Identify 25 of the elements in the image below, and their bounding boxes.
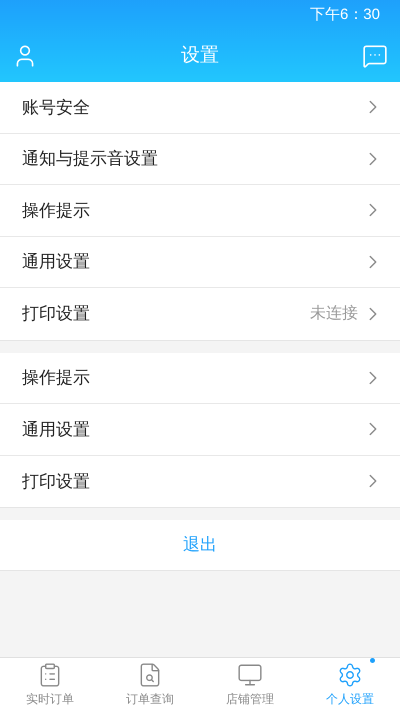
row-value: 未连接 (310, 304, 358, 324)
row-label: 通用设置 (22, 418, 91, 440)
page-title: 设置 (181, 44, 219, 68)
settings-row[interactable]: 通用设置 (0, 236, 400, 288)
row-label: 打印设置 (22, 470, 91, 492)
settings-row[interactable]: 通知与提示音设置 (0, 134, 400, 185)
settings-row[interactable]: 打印设置 (0, 456, 400, 507)
nav-tab[interactable]: 订单查询 (100, 658, 200, 711)
settings-icon (337, 662, 363, 688)
row-label: 打印设置 (22, 303, 91, 325)
message-icon[interactable] (362, 43, 388, 69)
settings-row[interactable]: 操作提示 (0, 352, 400, 404)
row-label: 账号安全 (22, 96, 91, 118)
settings-row[interactable]: 操作提示 (0, 185, 400, 236)
settings-row[interactable]: 账号安全 (0, 82, 400, 134)
row-label: 操作提示 (22, 367, 91, 389)
monitor-icon (237, 662, 263, 688)
status-time: 下午6：30 (310, 4, 380, 25)
nav-tab[interactable]: 实时订单 (0, 658, 100, 711)
settings-row[interactable]: 打印设置 未连接 (0, 288, 400, 340)
settings-row[interactable]: 通用设置 (0, 404, 400, 456)
row-label: 通知与提示音设置 (22, 148, 159, 170)
row-label: 通用设置 (22, 251, 91, 273)
row-label: 操作提示 (22, 200, 91, 222)
nav-tab[interactable]: 店铺管理 (200, 658, 300, 711)
